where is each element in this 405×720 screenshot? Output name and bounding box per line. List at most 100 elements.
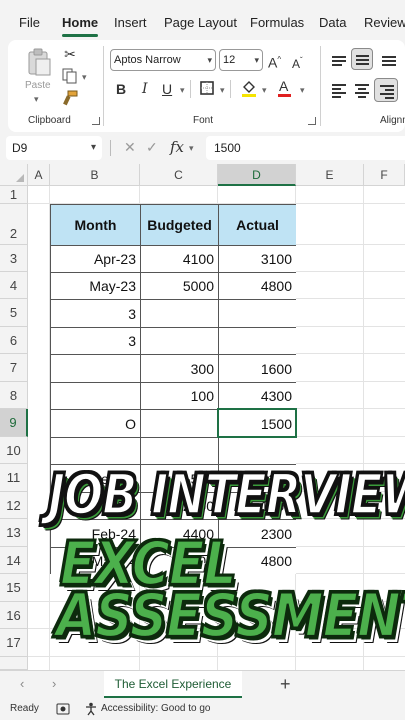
tab-formulas[interactable]: Formulas (250, 15, 304, 30)
cell-budgeted[interactable]: 4100 (141, 246, 219, 273)
tab-file[interactable]: File (19, 15, 40, 30)
clipboard-launcher-icon[interactable] (92, 117, 100, 125)
next-sheet-icon[interactable]: › (52, 676, 56, 691)
row-header-16[interactable]: 16 (0, 602, 28, 629)
row-header-12[interactable]: 12 (0, 492, 28, 519)
cell-budgeted[interactable]: 100 (141, 383, 219, 410)
bold-icon[interactable]: B (116, 81, 126, 97)
header-cell-month[interactable]: Month (51, 205, 141, 246)
column-header-a[interactable]: A (28, 164, 50, 186)
tab-data[interactable]: Data (319, 15, 346, 30)
row-header-18[interactable] (0, 657, 28, 670)
underline-dropdown-icon[interactable]: ▾ (180, 85, 185, 96)
decrease-font-icon[interactable]: Aˇ (292, 53, 303, 72)
font-size-select[interactable]: 12 ▾ (219, 49, 263, 71)
font-launcher-icon[interactable] (308, 117, 316, 125)
font-divider (190, 80, 191, 98)
row-header-6[interactable]: 6 (0, 327, 28, 354)
tab-home[interactable]: Home (62, 15, 98, 30)
row-header-7[interactable]: 7 (0, 354, 28, 382)
menu-bar: File Home Insert Page Layout Formulas Da… (0, 0, 405, 40)
name-box[interactable]: D9 ▾ (6, 136, 102, 160)
row-header-2[interactable]: 2 (0, 204, 28, 245)
font-color-icon[interactable]: A (278, 78, 291, 97)
underline-icon[interactable]: U (162, 81, 172, 97)
cell-actual[interactable] (219, 438, 296, 465)
header-cell-actual[interactable]: Actual (219, 205, 296, 246)
cell-month[interactable] (51, 438, 141, 465)
tab-page-layout[interactable]: Page Layout (164, 15, 237, 30)
cell-budgeted[interactable] (141, 410, 219, 438)
row-header-13[interactable]: 13 (0, 519, 28, 547)
column-header-c[interactable]: C (140, 164, 218, 186)
row-header-15[interactable]: 15 (0, 574, 28, 602)
cell-month[interactable] (51, 355, 141, 383)
cell-budgeted[interactable] (141, 438, 219, 465)
row-header-3[interactable]: 3 (0, 245, 28, 272)
insert-function-icon[interactable]: fx (170, 138, 184, 156)
cell-budgeted[interactable]: 5000 (141, 273, 219, 300)
font-name-select[interactable]: Aptos Narrow ▾ (110, 49, 216, 71)
function-dropdown-icon[interactable]: ▾ (189, 143, 194, 154)
select-all-corner[interactable] (0, 164, 28, 186)
align-middle-button[interactable] (351, 48, 373, 70)
row-header-5[interactable]: 5 (0, 299, 28, 327)
row-header-9[interactable]: 9 (0, 409, 28, 437)
italic-icon[interactable]: I (142, 81, 148, 97)
cell-month[interactable]: May-23 (51, 273, 141, 300)
gridline (296, 353, 405, 354)
gridline (296, 573, 405, 574)
sheet-tab-active[interactable]: The Excel Experience (104, 671, 242, 698)
cell-actual[interactable]: 4300 (219, 383, 296, 410)
cell-actual[interactable]: 1600 (219, 355, 296, 383)
cell-budgeted[interactable] (141, 328, 219, 355)
row-header-17[interactable]: 17 (0, 629, 28, 657)
tab-review[interactable]: Review (364, 15, 405, 30)
cell-budgeted[interactable] (141, 300, 219, 328)
cell-actual[interactable] (219, 300, 296, 328)
cut-icon[interactable]: ✂ (62, 46, 78, 62)
format-painter-icon[interactable] (62, 90, 78, 106)
paste-dropdown-icon[interactable]: ▾ (34, 94, 39, 105)
column-header-f[interactable]: F (364, 164, 405, 186)
font-color-dropdown-icon[interactable]: ▾ (300, 85, 305, 96)
accessibility-icon[interactable] (84, 702, 98, 716)
borders-icon[interactable] (200, 81, 215, 96)
add-sheet-icon[interactable]: + (280, 674, 291, 695)
cell-budgeted[interactable]: 300 (141, 355, 219, 383)
column-header-e[interactable]: E (296, 164, 364, 186)
fill-color-icon[interactable] (241, 79, 257, 97)
row-header-14[interactable]: 14 (0, 547, 28, 574)
copy-dropdown-icon[interactable]: ▾ (82, 72, 87, 83)
column-header-d[interactable]: D (218, 164, 296, 186)
cell-month[interactable] (51, 383, 141, 410)
confirm-icon[interactable]: ✓ (146, 139, 158, 156)
copy-icon[interactable] (62, 68, 78, 84)
row-header-11[interactable]: 11 (0, 464, 28, 492)
cell-actual[interactable]: 4800 (219, 273, 296, 300)
column-header-b[interactable]: B (50, 164, 140, 186)
cell-month[interactable]: 3 (51, 328, 141, 355)
header-cell-budgeted[interactable]: Budgeted (141, 205, 219, 246)
paste-icon[interactable] (26, 48, 52, 76)
macro-record-icon[interactable] (56, 703, 70, 715)
row-header-1[interactable]: 1 (0, 186, 28, 204)
increase-font-icon[interactable]: A^ (268, 52, 281, 71)
cancel-icon[interactable]: ✕ (124, 139, 136, 156)
previous-sheet-icon[interactable]: ‹ (20, 676, 24, 691)
cell-month[interactable]: Apr-23 (51, 246, 141, 273)
cell-month[interactable]: O (51, 410, 141, 438)
fill-color-dropdown-icon[interactable]: ▾ (262, 85, 267, 96)
borders-dropdown-icon[interactable]: ▾ (220, 85, 225, 96)
formula-input[interactable]: 1500 (206, 136, 405, 160)
cell-actual[interactable] (219, 328, 296, 355)
row-header-8[interactable]: 8 (0, 382, 28, 409)
align-right-button[interactable] (374, 78, 398, 102)
cell-actual[interactable]: 3100 (219, 246, 296, 273)
accessibility-status[interactable]: Accessibility: Good to go (101, 703, 211, 714)
row-header-10[interactable]: 10 (0, 437, 28, 464)
cell-month[interactable]: 3 (51, 300, 141, 328)
chevron-down-icon: ▾ (90, 142, 96, 153)
row-header-4[interactable]: 4 (0, 272, 28, 299)
tab-insert[interactable]: Insert (114, 15, 147, 30)
